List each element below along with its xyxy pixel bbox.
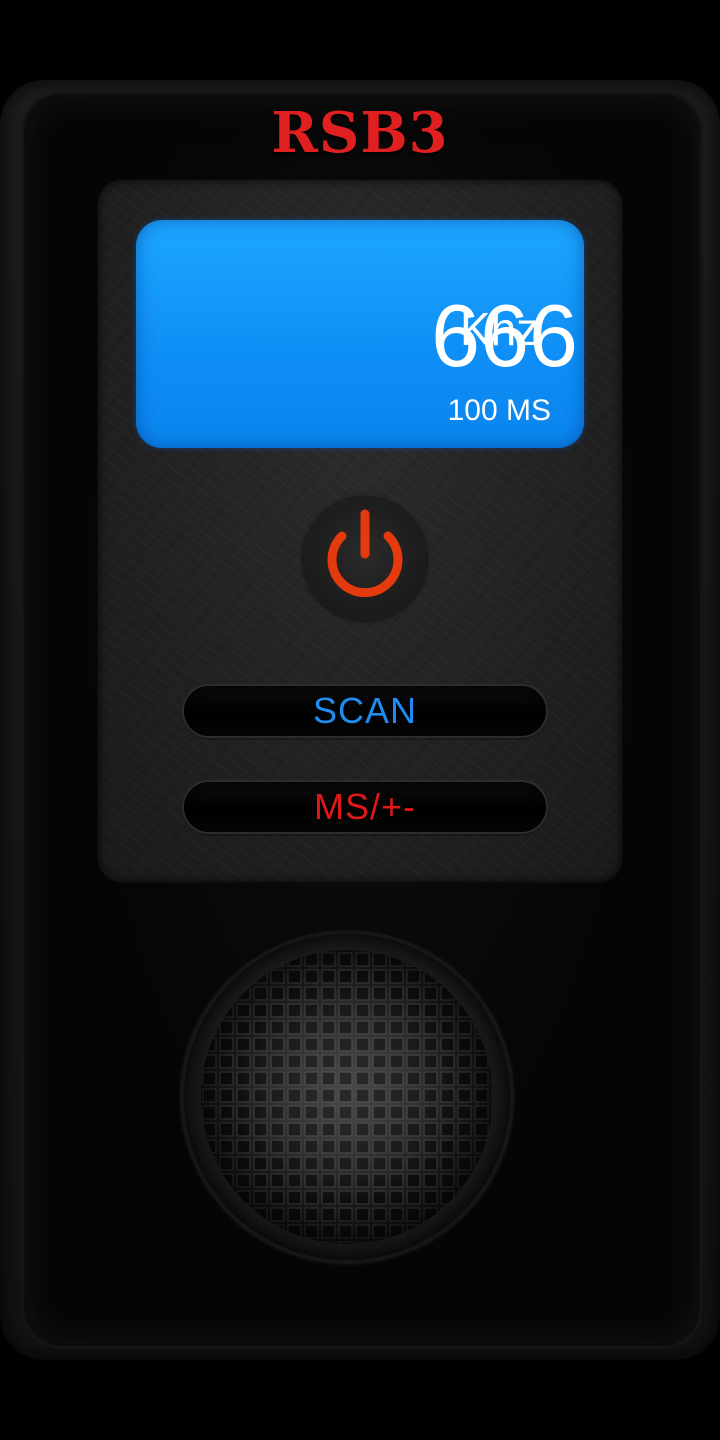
power-icon <box>327 509 403 598</box>
ms-step-button[interactable]: MS/+- <box>184 782 546 832</box>
power-button[interactable] <box>304 498 426 620</box>
brand-logo: RSB3 <box>271 100 449 166</box>
speaker-grille-icon <box>201 950 493 1244</box>
speaker-grille <box>184 934 510 1260</box>
step-label: 100 MS <box>447 394 551 427</box>
scan-button[interactable]: SCAN <box>184 686 546 736</box>
frequency-unit: Khz <box>460 303 540 355</box>
